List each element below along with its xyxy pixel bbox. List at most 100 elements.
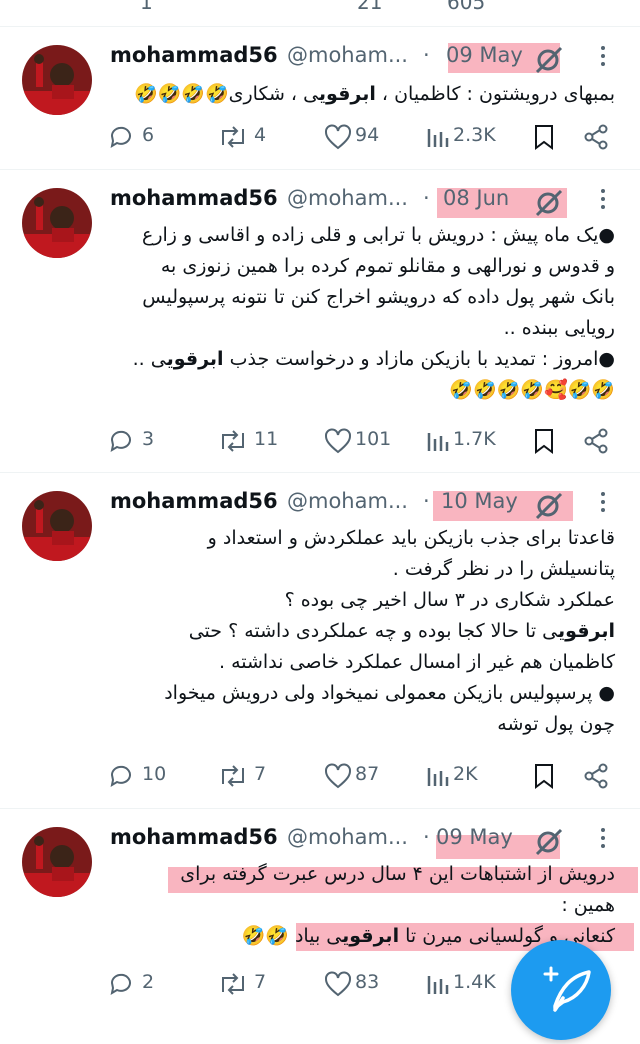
previous-reply-count[interactable]: 1 [140,0,153,14]
repost-icon [222,765,244,787]
reply-icon [110,430,131,453]
separator: · [423,489,430,513]
compose-button[interactable] [511,940,611,1040]
avatar[interactable] [22,491,92,561]
repost-icon [222,973,244,995]
repost-button[interactable]: 4 [216,120,286,154]
user-handle[interactable]: @moham... [287,186,408,210]
tweet[interactable]: mohammad56 @moham... · 09 May بمبهای درو… [0,27,640,170]
tweet-header: mohammad56 @moham... · 09 May [110,823,625,859]
views-button[interactable]: 2K [426,759,516,793]
like-icon [325,763,351,789]
repost-count: 4 [254,124,267,146]
reply-icon [110,765,131,788]
tweet-date[interactable]: 08 Jun [443,186,509,210]
reply-count: 6 [142,124,155,146]
display-name[interactable]: mohammad56 [110,186,278,210]
bookmark-button[interactable] [532,120,558,154]
more-icon[interactable] [598,487,608,517]
tweet-text: بمبهای درویشتون : کاظمیان ، ابرقویی ، شک… [133,83,615,105]
views-button[interactable]: 1.4K [426,967,516,1001]
bookmark-button[interactable] [532,759,558,793]
tweet-text: ●یک ماه پیش : درویش با ترابی و قلی زاده … [132,224,615,401]
display-name[interactable]: mohammad56 [110,825,278,849]
share-button[interactable] [582,424,610,458]
user-handle[interactable]: @moham... [287,489,408,513]
views-count: 1.4K [453,971,496,993]
tweet[interactable]: mohammad56 @moham... · 10 May قاعدتا برا… [0,473,640,809]
reply-icon [110,973,131,996]
like-button[interactable]: 87 [323,759,403,793]
repost-count: 7 [254,763,267,785]
views-button[interactable]: 2.3K [426,120,516,154]
repost-count: 11 [254,428,279,450]
more-icon[interactable] [598,41,608,71]
reply-button[interactable]: 3 [108,424,168,458]
reply-button[interactable]: 10 [108,759,168,793]
separator: · [423,825,430,849]
user-handle[interactable]: @moham... [287,825,408,849]
tweet-text: قاعدتا برای جذب بازیکن باید عملکردش و اس… [164,527,615,735]
like-count: 101 [355,428,392,450]
views-icon [427,976,449,994]
display-name[interactable]: mohammad56 [110,489,278,513]
views-icon [427,433,449,451]
strike-icon [535,46,563,74]
display-name[interactable]: mohammad56 [110,43,278,67]
compose-icon [543,966,591,1012]
bookmark-icon [535,125,553,150]
repost-button[interactable]: 7 [216,759,286,793]
strike-icon [535,189,563,217]
like-icon [325,428,351,454]
views-count: 1.7K [453,428,496,450]
reply-count: 3 [142,428,155,450]
share-icon [584,428,608,454]
tweet[interactable]: mohammad56 @moham... · 08 Jun ●یک ماه پی… [0,170,640,473]
avatar[interactable] [22,188,92,258]
like-icon [325,124,351,150]
reply-count: 10 [142,763,167,785]
tweet-header: mohammad56 @moham... · 08 Jun [110,186,625,218]
reply-icon [110,126,131,149]
share-button[interactable] [582,759,610,793]
user-handle[interactable]: @moham... [287,43,408,67]
tweet-actions: 10 7 87 2K [108,759,618,793]
repost-button[interactable]: 7 [216,967,286,1001]
more-icon[interactable] [598,184,608,214]
strike-icon [535,492,563,520]
strike-icon [535,828,563,856]
like-icon [325,971,351,997]
previous-repost-count[interactable]: 21 [357,0,382,14]
more-icon[interactable] [598,823,608,853]
reply-button[interactable]: 6 [108,120,168,154]
like-button[interactable]: 83 [323,967,403,1001]
share-button[interactable] [582,120,610,154]
bookmark-button[interactable] [532,424,558,458]
tweet-date[interactable]: 10 May [441,489,518,513]
separator: · [423,186,430,210]
previous-like-count[interactable]: 605 [447,0,485,14]
repost-count: 7 [254,971,267,993]
like-button[interactable]: 94 [323,120,403,154]
tweet-header: mohammad56 @moham... · 09 May [110,43,625,75]
views-button[interactable]: 1.7K [426,424,516,458]
tweet-date[interactable]: 09 May [446,43,523,67]
views-icon [427,768,449,786]
share-icon [584,124,608,150]
tweet-date[interactable]: 09 May [436,825,513,849]
like-button[interactable]: 101 [323,424,403,458]
like-count: 83 [355,971,380,993]
bookmark-icon [535,429,553,454]
avatar[interactable] [22,45,92,115]
views-count: 2K [453,763,478,785]
separator: · [423,43,430,67]
avatar[interactable] [22,827,92,897]
like-count: 87 [355,763,380,785]
repost-button[interactable]: 11 [216,424,286,458]
like-count: 94 [355,124,380,146]
views-count: 2.3K [453,124,496,146]
tweet-header: mohammad56 @moham... · 10 May [110,489,625,521]
views-icon [427,129,449,147]
tweet-actions: 6 4 94 2.3K [108,120,618,154]
reply-button[interactable]: 2 [108,967,168,1001]
